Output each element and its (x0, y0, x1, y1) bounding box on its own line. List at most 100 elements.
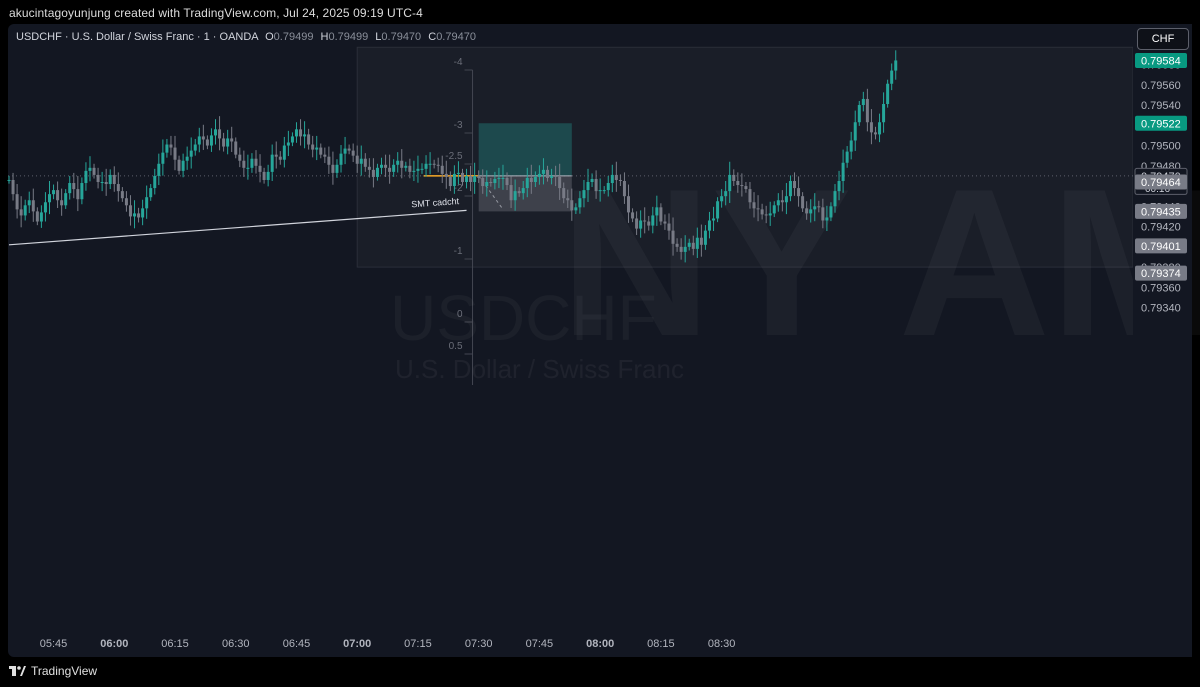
candle-body (323, 154, 327, 157)
candle-body (505, 177, 509, 186)
candle-body (764, 214, 768, 216)
candle-body (238, 154, 242, 161)
footer-branding: TradingView (9, 664, 97, 678)
legend-open-label: O (265, 31, 274, 43)
time-tick-label: 08:00 (586, 638, 614, 650)
candle-body (756, 208, 760, 210)
candle-body (161, 152, 165, 164)
candle-body (351, 150, 355, 156)
candle-body (116, 184, 120, 192)
candle-body (299, 129, 303, 137)
candle-body (610, 174, 614, 184)
candle-body (359, 158, 363, 164)
candle-body (319, 147, 323, 155)
candle-body (849, 140, 853, 152)
candle-body (19, 209, 23, 216)
candle-body (659, 207, 663, 222)
candle-body (100, 182, 104, 184)
candle-body (222, 138, 226, 147)
candle-body (327, 156, 331, 165)
price-tag-label: 0.79435 (1141, 206, 1181, 218)
candle-body (112, 174, 116, 185)
candle-body (776, 200, 780, 206)
candle-body (529, 177, 533, 183)
candle-body (886, 83, 890, 105)
time-tick-label: 05:45 (40, 638, 68, 650)
candle-body (456, 172, 460, 174)
price-tick-label: 0.79540 (1141, 100, 1181, 112)
candle-body (64, 193, 68, 206)
candle-body (477, 175, 481, 178)
candle-body (687, 242, 691, 247)
candle-body (448, 176, 452, 187)
candle-body (647, 221, 651, 226)
candle-body (780, 200, 784, 203)
watermark-name: U.S. Dollar / Swiss Franc (395, 354, 684, 384)
candle-body (242, 160, 246, 168)
candle-body (185, 156, 189, 161)
candle-body (380, 164, 384, 168)
candle-body (805, 208, 809, 214)
candle-body (550, 175, 554, 178)
candle-body (177, 159, 181, 171)
candle-body (343, 148, 347, 154)
candle-body (47, 194, 51, 203)
candle-body (797, 188, 801, 197)
watermark-symbol: USDCHF (390, 282, 657, 354)
time-tick-label: 06:15 (161, 638, 189, 650)
time-tick-label: 07:00 (343, 638, 371, 650)
candle-body (157, 163, 161, 176)
candle-body (793, 180, 797, 189)
candle-body (7, 179, 11, 181)
candle-body (355, 155, 359, 164)
symbol-legend: USDCHF · U.S. Dollar / Swiss Franc · 1 ·… (16, 31, 476, 43)
candle-body (270, 154, 274, 172)
candle-body (651, 215, 655, 226)
candle-body (890, 70, 894, 84)
candle-body (52, 190, 56, 195)
candle-body (124, 198, 128, 206)
price-tag-label: 0.79584 (1141, 55, 1181, 67)
candle-body (752, 202, 756, 209)
candle-body (197, 136, 201, 145)
position-scale-label: -3 (454, 120, 463, 131)
price-chart[interactable]: -4-3-2.5-2-100.5 NY AM USDCHF U.S. Dolla… (0, 0, 1200, 687)
candle-body (768, 213, 772, 216)
footer-brand-text: TradingView (31, 664, 98, 678)
candle-body (262, 171, 266, 180)
candle-body (412, 170, 416, 172)
candle-body (582, 190, 586, 199)
candle-body (469, 175, 473, 183)
time-tick-label: 08:30 (708, 638, 736, 650)
candle-body (513, 191, 517, 201)
candle-body (809, 209, 813, 214)
candle-body (703, 230, 707, 245)
candle-body (444, 173, 448, 177)
candle-body (96, 174, 100, 183)
candle-body (525, 177, 529, 189)
legend-open: 0.79499 (273, 31, 314, 43)
candle-body (517, 191, 521, 194)
candle-body (788, 180, 792, 197)
currency-button[interactable]: CHF (1137, 28, 1189, 50)
candle-body (574, 207, 578, 211)
time-tick-label: 08:15 (647, 638, 675, 650)
candle-body (878, 122, 882, 135)
candle-body (367, 166, 371, 170)
price-tick-label: 0.79500 (1141, 141, 1181, 153)
candle-body (598, 190, 602, 192)
candle-body (408, 165, 412, 172)
candle-body (375, 167, 379, 177)
candle-body (384, 164, 388, 168)
candle-body (165, 144, 169, 153)
candle-body (120, 191, 124, 199)
candle-body (76, 189, 80, 200)
candle-body (541, 169, 545, 174)
candle-body (428, 163, 432, 165)
candle-body (141, 208, 145, 218)
legend-symbol: USDCHF · U.S. Dollar / Swiss Franc · 1 ·… (16, 31, 259, 43)
candle-body (857, 105, 861, 123)
candle-body (562, 188, 566, 199)
candle-body (695, 237, 699, 249)
candle-body (226, 138, 230, 147)
